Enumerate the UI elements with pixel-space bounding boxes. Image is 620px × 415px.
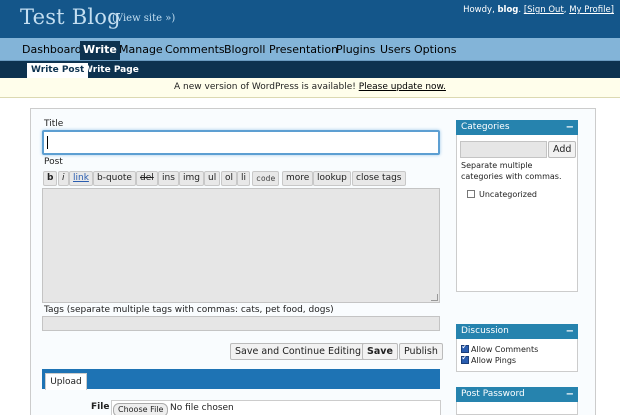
- choose-file-button[interactable]: Choose File: [113, 403, 169, 415]
- collapse-icon[interactable]: −: [566, 387, 574, 402]
- resize-grip-icon[interactable]: [431, 294, 438, 301]
- add-category-button[interactable]: Add: [548, 141, 577, 158]
- nav-comments[interactable]: Comments: [163, 41, 227, 60]
- no-file-text: No file chosen: [170, 403, 234, 413]
- qt-bquote-button[interactable]: b-quote: [93, 171, 136, 186]
- qt-ol-button[interactable]: ol: [221, 171, 238, 186]
- update-notice-text: A new version of WordPress is available!: [174, 82, 359, 92]
- qt-more-button[interactable]: more: [282, 171, 314, 186]
- nav-dashboard[interactable]: Dashboard: [20, 41, 84, 60]
- title-label: Title: [44, 119, 64, 129]
- qt-del-button[interactable]: del: [136, 171, 158, 186]
- tags-label: Tags (separate multiple tags with commas…: [44, 305, 334, 315]
- new-category-input[interactable]: [460, 141, 547, 158]
- title-input[interactable]: [42, 130, 440, 155]
- my-profile-link[interactable]: My Profile]: [569, 5, 614, 15]
- nav-options[interactable]: Options: [412, 41, 458, 60]
- qt-lookup-button[interactable]: lookup: [313, 171, 351, 186]
- tab-upload[interactable]: Upload: [45, 373, 87, 390]
- qt-bold-button[interactable]: b: [43, 171, 58, 186]
- post-password-header[interactable]: Post Password −: [456, 387, 578, 402]
- publish-button[interactable]: Publish: [399, 343, 443, 360]
- save-button[interactable]: Save: [362, 343, 398, 360]
- subnav-write-page[interactable]: Write Page: [79, 63, 143, 78]
- category-checkbox[interactable]: [467, 190, 475, 198]
- allow-comments-checkbox[interactable]: [461, 342, 469, 353]
- nav-presentation[interactable]: Presentation: [267, 41, 340, 60]
- sign-out-link[interactable]: [Sign Out: [524, 5, 564, 15]
- blog-title: Test Blog: [20, 5, 121, 29]
- collapse-icon[interactable]: −: [566, 120, 574, 135]
- qt-italic-button[interactable]: i: [58, 171, 69, 186]
- discussion-title: Discussion: [461, 326, 509, 336]
- qt-li-button[interactable]: li: [237, 171, 251, 186]
- qt-ins-button[interactable]: ins: [158, 171, 179, 186]
- category-label-uncategorized: Uncategorized: [479, 190, 537, 199]
- file-label: File: [91, 402, 110, 412]
- post-content-textarea[interactable]: [42, 188, 440, 303]
- nav-blogroll[interactable]: Blogroll: [222, 41, 267, 60]
- sub-menu: Write Post Write Page: [0, 61, 620, 78]
- user-info: Howdy, blog. [Sign Out, My Profile]: [463, 5, 614, 15]
- nav-write[interactable]: Write: [80, 41, 120, 60]
- post-password-title: Post Password: [461, 389, 525, 399]
- admin-menu: Dashboard Write Manage Comments Blogroll…: [0, 38, 620, 61]
- post-label: Post: [44, 157, 63, 167]
- qt-link-button[interactable]: link: [69, 171, 93, 186]
- allow-pings-checkbox[interactable]: [461, 353, 469, 364]
- collapse-icon[interactable]: −: [566, 324, 574, 339]
- allow-comments-label: Allow Comments: [471, 345, 539, 354]
- username: blog: [497, 5, 519, 15]
- discussion-header[interactable]: Discussion −: [456, 324, 578, 339]
- update-now-link[interactable]: Please update now.: [359, 82, 446, 92]
- qt-ul-button[interactable]: ul: [204, 171, 221, 186]
- text-caret: [47, 136, 48, 149]
- allow-pings-label: Allow Pings: [471, 356, 517, 365]
- categories-header[interactable]: Categories −: [456, 120, 578, 135]
- categories-help-text: Separate multiple categories with commas…: [461, 161, 562, 181]
- howdy-text: Howdy,: [463, 5, 498, 15]
- upload-tab-bar: [42, 369, 440, 389]
- qt-close-tags-button[interactable]: close tags: [352, 171, 406, 186]
- categories-title: Categories: [461, 122, 510, 132]
- nav-plugins[interactable]: Plugins: [334, 41, 377, 60]
- update-notice: A new version of WordPress is available!…: [0, 78, 620, 98]
- view-site-link[interactable]: (View site »): [112, 13, 175, 24]
- nav-manage[interactable]: Manage: [117, 41, 165, 60]
- qt-code-button[interactable]: code: [252, 171, 280, 186]
- save-continue-button[interactable]: Save and Continue Editing: [230, 343, 367, 360]
- nav-users[interactable]: Users: [378, 41, 413, 60]
- qt-img-button[interactable]: img: [179, 171, 204, 186]
- tags-input[interactable]: [42, 316, 440, 331]
